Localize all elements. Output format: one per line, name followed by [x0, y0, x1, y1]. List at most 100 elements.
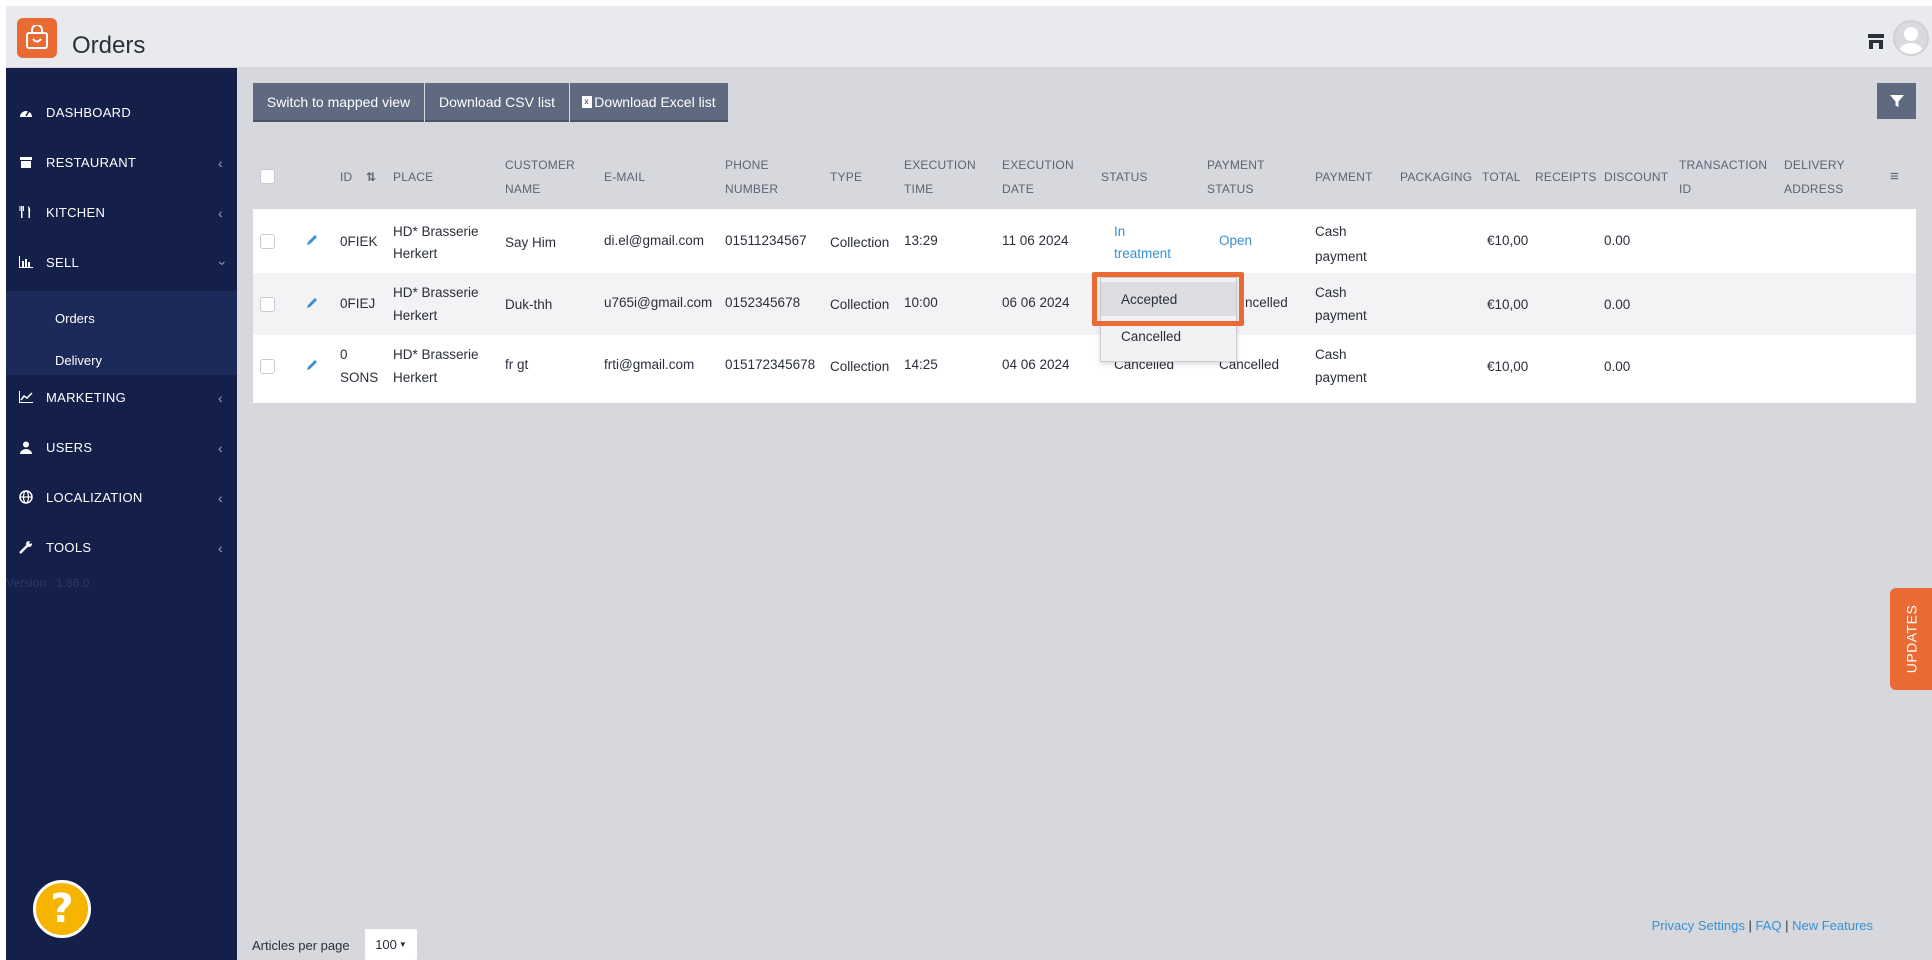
cell-discount: 0.00	[1604, 359, 1631, 374]
header-discount[interactable]: DISCOUNT	[1604, 165, 1668, 189]
cell-payment: Cash	[1315, 347, 1347, 362]
header-transaction[interactable]: TRANSACTION	[1679, 153, 1767, 177]
header-phone[interactable]: PHONE	[725, 153, 769, 177]
edit-pencil-icon[interactable]	[305, 233, 319, 247]
updates-tab[interactable]: UPDATES	[1890, 588, 1932, 690]
table-row[interactable]: 0FIEK HD* Brasserie Herkert Say Him di.e…	[253, 209, 1916, 273]
sidebar-item-tools[interactable]: TOOLS ‹	[6, 522, 237, 572]
sidebar-item-label: MARKETING	[46, 389, 126, 405]
caret-down-icon: ▼	[398, 940, 407, 949]
sidebar-item-label: SELL	[46, 254, 80, 270]
cell-payment-2: payment	[1315, 249, 1367, 264]
header-exec-time[interactable]: EXECUTION	[904, 153, 976, 177]
cell-place-2: Herkert	[393, 246, 438, 261]
cell-email: u765i@gmail.com	[604, 295, 713, 310]
cell-date: 11 06 2024	[1002, 233, 1069, 248]
header-total[interactable]: TOTAL	[1482, 165, 1521, 189]
header-exec-time-2: TIME	[904, 182, 934, 196]
cell-place: HD* Brasserie	[393, 285, 479, 300]
sidebar-subitem-delivery[interactable]: Delivery	[55, 353, 102, 368]
header-type[interactable]: TYPE	[830, 165, 862, 189]
wrench-icon	[18, 539, 34, 555]
header-payment-status[interactable]: PAYMENT	[1207, 153, 1265, 177]
cell-type: Collection	[830, 235, 890, 250]
cell-email: frti@gmail.com	[604, 357, 695, 372]
column-settings-icon[interactable]: ≡	[1890, 165, 1899, 189]
row-checkbox[interactable]	[260, 234, 275, 249]
payment-status-link[interactable]: Open	[1219, 230, 1252, 252]
header-packaging[interactable]: PACKAGING	[1400, 165, 1472, 189]
sidebar-item-label: LOCALIZATION	[46, 489, 143, 505]
excel-file-icon: x	[582, 95, 593, 108]
chevron-left-icon: ‹	[218, 390, 223, 406]
table-row[interactable]: 0 SONS HD* Brasserie Herkert fr gt frti@…	[253, 335, 1916, 397]
switch-mapped-view-button[interactable]: Switch to mapped view	[253, 83, 424, 122]
cell-phone: 015172345678	[725, 357, 816, 372]
sidebar: DASHBOARD RESTAURANT ‹ KITCHEN ‹ SELL ‹ …	[6, 68, 237, 960]
globe-icon	[18, 489, 34, 505]
sidebar-item-sell[interactable]: SELL ‹	[6, 237, 237, 287]
filter-button[interactable]	[1877, 83, 1916, 119]
sidebar-item-localization[interactable]: LOCALIZATION ‹	[6, 472, 237, 522]
row-checkbox[interactable]	[260, 359, 275, 374]
table-header: ID ⇅ PLACE CUSTOMER NAME E-MAIL PHONE NU…	[253, 145, 1916, 209]
status-link[interactable]: In	[1114, 221, 1125, 243]
cell-type: Collection	[830, 359, 890, 374]
store-icon[interactable]	[1864, 30, 1888, 54]
cell-date: 06 06 2024	[1002, 295, 1070, 310]
edit-pencil-icon[interactable]	[305, 358, 319, 372]
sidebar-subitem-orders[interactable]: Orders	[55, 311, 95, 326]
cell-place: HD* Brasserie	[393, 347, 479, 362]
sort-icon[interactable]: ⇅	[366, 165, 376, 189]
filter-icon	[1889, 95, 1904, 107]
cell-email: di.el@gmail.com	[604, 233, 704, 248]
articles-per-page-select[interactable]: 100 ▼	[365, 929, 417, 960]
sidebar-item-users[interactable]: USERS ‹	[6, 422, 237, 472]
cell-payment-2: payment	[1315, 308, 1367, 323]
header-payment[interactable]: PAYMENT	[1315, 165, 1373, 189]
edit-pencil-icon[interactable]	[305, 296, 319, 310]
header-email[interactable]: E-MAIL	[604, 165, 645, 189]
header-place[interactable]: PLACE	[393, 165, 433, 189]
bar-chart-icon	[18, 254, 34, 270]
app-logo-icon[interactable]	[17, 18, 57, 58]
cell-time: 13:29	[904, 233, 938, 248]
status-link-2[interactable]: treatment	[1114, 243, 1171, 265]
store-icon	[18, 154, 34, 170]
download-excel-button[interactable]: x Download Excel list	[570, 83, 728, 122]
sidebar-item-kitchen[interactable]: KITCHEN ‹	[6, 187, 237, 237]
privacy-settings-link[interactable]: Privacy Settings	[1652, 918, 1745, 933]
chevron-left-icon: ‹	[218, 540, 223, 556]
header-exec-date-2: DATE	[1002, 182, 1034, 196]
per-page-value: 100	[375, 937, 397, 952]
sell-submenu: Orders Delivery	[6, 291, 237, 375]
header-id[interactable]: ID	[340, 165, 352, 189]
footer-separator: |	[1744, 918, 1756, 933]
table-row[interactable]: 0FIEJ HD* Brasserie Herkert Duk-thh u765…	[253, 273, 1916, 335]
header-payment-status-2: STATUS	[1207, 182, 1254, 196]
cell-total: €10,00	[1487, 297, 1529, 312]
header-status[interactable]: STATUS	[1101, 165, 1148, 189]
help-button[interactable]: ?	[33, 880, 91, 938]
chevron-left-icon: ‹	[218, 155, 223, 171]
highlight-box	[1092, 272, 1244, 326]
user-avatar[interactable]	[1893, 20, 1929, 56]
footer-separator: |	[1781, 918, 1793, 933]
header-customer[interactable]: CUSTOMER	[505, 153, 575, 177]
new-features-link[interactable]: New Features	[1792, 918, 1873, 933]
cell-id: 0FIEJ	[340, 296, 376, 311]
sidebar-item-marketing[interactable]: MARKETING ‹	[6, 372, 237, 422]
header-customer-2: NAME	[505, 182, 541, 196]
header-exec-date[interactable]: EXECUTION	[1002, 153, 1074, 177]
question-mark-icon: ?	[50, 886, 74, 932]
header-delivery[interactable]: DELIVERY	[1784, 153, 1845, 177]
sidebar-item-dashboard[interactable]: DASHBOARD	[6, 87, 237, 137]
header-receipts[interactable]: RECEIPTS	[1535, 165, 1597, 189]
chevron-left-icon: ‹	[218, 490, 223, 506]
sidebar-item-restaurant[interactable]: RESTAURANT ‹	[6, 137, 237, 187]
header-transaction-2: ID	[1679, 182, 1692, 196]
row-checkbox[interactable]	[260, 297, 275, 312]
faq-link[interactable]: FAQ	[1755, 918, 1781, 933]
download-csv-button[interactable]: Download CSV list	[425, 83, 569, 122]
select-all-checkbox[interactable]	[260, 169, 275, 184]
